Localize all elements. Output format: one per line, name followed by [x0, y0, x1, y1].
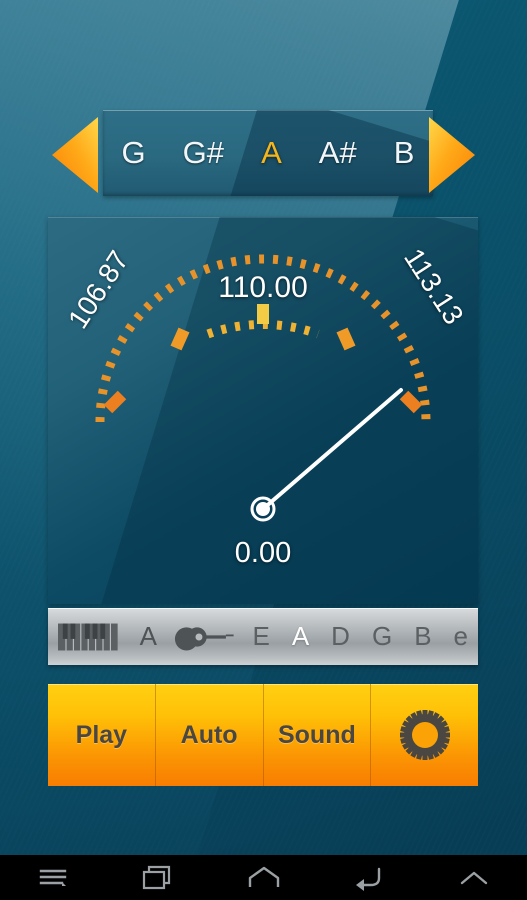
- note-list: G G# A A# B: [103, 110, 433, 196]
- play-button-label: Play: [75, 720, 128, 749]
- gauge-value-label: 0.00: [234, 537, 292, 569]
- sound-button-label: Sound: [277, 720, 356, 749]
- menu-icon: [39, 869, 66, 886]
- guitar-icon[interactable]: [173, 622, 237, 652]
- app-root: G G# A A# B 110.00 106.87 113.13 0.00 A …: [0, 0, 527, 855]
- expand-button[interactable]: [422, 868, 527, 888]
- auto-button[interactable]: Auto: [155, 684, 264, 786]
- menu-button[interactable]: [0, 865, 105, 891]
- note-selector: G G# A A# B: [52, 107, 475, 202]
- play-button[interactable]: Play: [48, 684, 156, 786]
- next-note-arrow[interactable]: [428, 117, 475, 193]
- note-item-1[interactable]: G#: [181, 135, 226, 171]
- gear-icon: [399, 710, 450, 760]
- note-item-4[interactable]: B: [392, 135, 417, 171]
- string-item-2[interactable]: D: [331, 621, 350, 652]
- settings-button[interactable]: [371, 684, 478, 786]
- back-icon: [355, 867, 381, 891]
- gauge-needle: [250, 388, 403, 522]
- prev-note-arrow[interactable]: [52, 117, 99, 193]
- string-item-3[interactable]: G: [372, 621, 392, 652]
- back-button[interactable]: [316, 865, 421, 891]
- recents-button[interactable]: [105, 864, 210, 892]
- piano-keys-icon[interactable]: [58, 623, 118, 651]
- auto-button-label: Auto: [180, 720, 238, 749]
- home-icon: [248, 866, 279, 887]
- gauge-major-ticks: [103, 304, 423, 414]
- note-item-0[interactable]: G: [120, 135, 148, 171]
- instrument-string-strip: A E A D G B e: [48, 608, 478, 665]
- sound-button[interactable]: Sound: [263, 684, 372, 786]
- action-button-bar: Play Auto Sound: [48, 684, 478, 786]
- string-item-5[interactable]: e: [454, 621, 468, 652]
- note-item-2-selected[interactable]: A: [259, 135, 284, 171]
- recents-icon: [143, 865, 171, 889]
- piano-note-label[interactable]: A: [140, 621, 157, 652]
- string-item-4[interactable]: B: [414, 621, 431, 652]
- string-list: E A D G B e: [252, 621, 468, 652]
- android-navbar: [0, 855, 527, 900]
- tuner-dial-panel: 110.00 106.87 113.13 0.00: [48, 217, 478, 604]
- note-item-3[interactable]: A#: [317, 135, 359, 171]
- string-item-0[interactable]: E: [252, 621, 269, 652]
- home-button[interactable]: [211, 865, 316, 891]
- chevron-up-icon: [461, 871, 488, 884]
- string-item-1-selected[interactable]: A: [292, 621, 309, 652]
